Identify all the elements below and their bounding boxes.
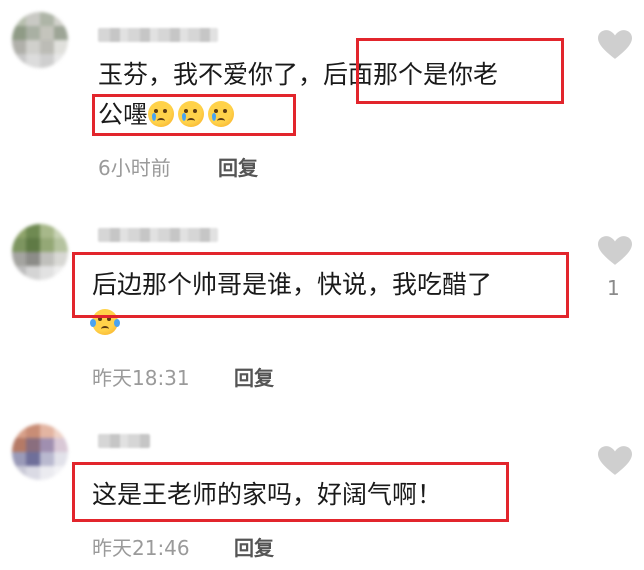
highlight-box <box>72 252 569 318</box>
like-heart-icon[interactable] <box>598 446 632 476</box>
avatar[interactable] <box>12 12 68 68</box>
like-heart-icon[interactable] <box>598 30 632 60</box>
comment-time: 昨天18:31 <box>92 366 190 390</box>
username[interactable] <box>98 434 150 448</box>
avatar[interactable] <box>12 224 68 280</box>
highlight-box <box>72 462 509 522</box>
username[interactable] <box>98 28 218 42</box>
reply-button[interactable]: 回复 <box>234 362 274 391</box>
reply-button[interactable]: 回复 <box>234 532 274 561</box>
reply-button[interactable]: 回复 <box>218 152 258 181</box>
comment-time: 昨天21:46 <box>92 536 190 560</box>
highlight-box <box>92 94 296 136</box>
like-count: 1 <box>607 276 620 300</box>
highlight-box <box>356 38 564 104</box>
like-heart-icon[interactable] <box>598 236 632 266</box>
avatar[interactable] <box>12 424 68 480</box>
username[interactable] <box>98 228 218 242</box>
comment-time: 6小时前 <box>98 156 171 180</box>
